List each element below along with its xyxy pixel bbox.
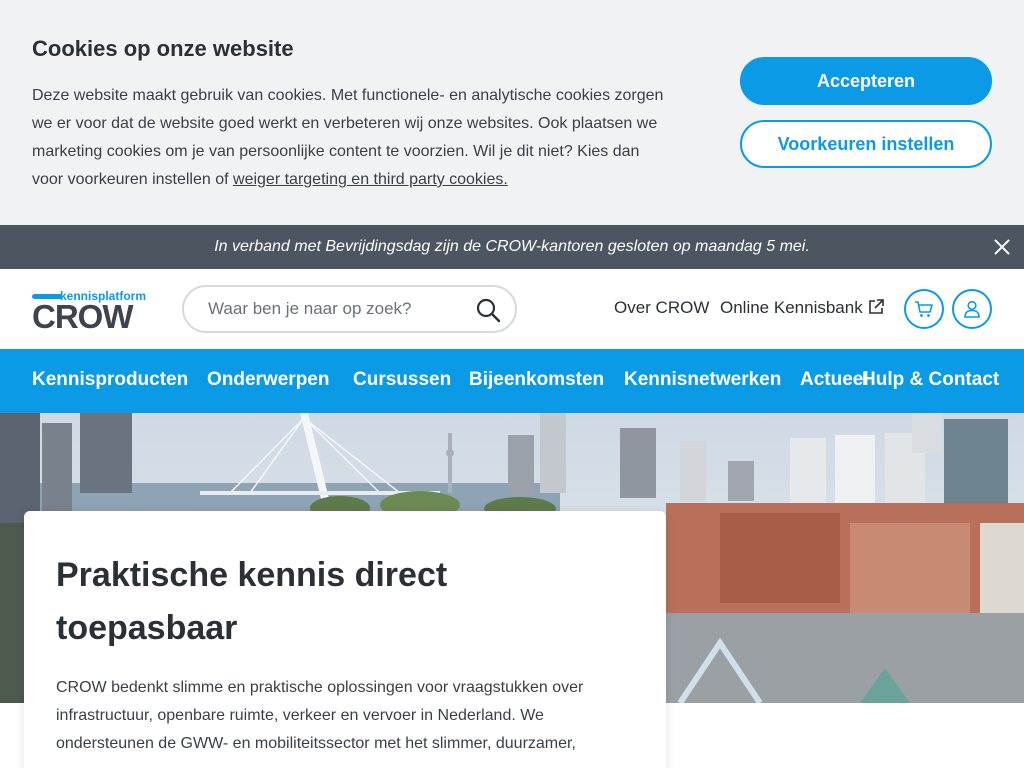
nav-item-hulp-contact[interactable]: Hulp & Contact [862,369,999,391]
hero-card: Praktische kennis direct toepasbaar CROW… [24,511,666,768]
account-button[interactable] [952,289,992,329]
search-icon[interactable] [475,297,501,323]
nav-item-onderwerpen[interactable]: Onderwerpen [207,369,329,391]
nav-item-bijeenkomsten[interactable]: Bijeenkomsten [469,369,604,391]
cookie-banner: Cookies op onze website Deze website maa… [0,0,1024,225]
notice-text: In verband met Bevrijdingsdag zijn de CR… [214,238,810,255]
nav-item-kennisproducten[interactable]: Kennisproducten [32,369,188,391]
cookie-preferences-button[interactable]: Voorkeuren instellen [740,120,992,168]
reject-cookies-link[interactable]: weiger targeting en third party cookies. [233,171,508,188]
hero-title: Praktische kennis direct toepasbaar [56,556,448,647]
external-link-icon [869,299,884,314]
notice-bar: In verband met Bevrijdingsdag zijn de CR… [0,225,1024,269]
nav-item-kennisnetwerken[interactable]: Kennisnetwerken [624,369,781,391]
crow-logo[interactable]: kennisplatform CROW [32,289,160,335]
logo-wordmark: CROW [32,298,133,335]
cookie-text: Deze website maakt gebruik van cookies. … [32,82,672,194]
nav-item-actueel[interactable]: Actueel [800,369,869,391]
user-icon [964,300,980,318]
hero-text: CROW bedenkt slimme en praktische oploss… [56,679,584,752]
main-nav: Kennisproducten Onderwerpen Cursussen Bi… [0,349,1024,413]
accept-cookies-button[interactable]: Accepteren [740,57,992,105]
site-header: kennisplatform CROW Waar ben je naar op … [0,269,1024,349]
online-kennisbank-link[interactable]: Online Kennisbank [720,298,863,318]
nav-item-cursussen[interactable]: Cursussen [353,369,451,391]
over-crow-link[interactable]: Over CROW [614,298,709,318]
cart-button[interactable] [904,289,944,329]
cart-icon [915,301,933,317]
cookie-title: Cookies op onze website [32,36,294,61]
search-input[interactable]: Waar ben je naar op zoek? [182,285,517,333]
close-icon[interactable] [990,235,1014,259]
search-placeholder: Waar ben je naar op zoek? [208,299,412,318]
